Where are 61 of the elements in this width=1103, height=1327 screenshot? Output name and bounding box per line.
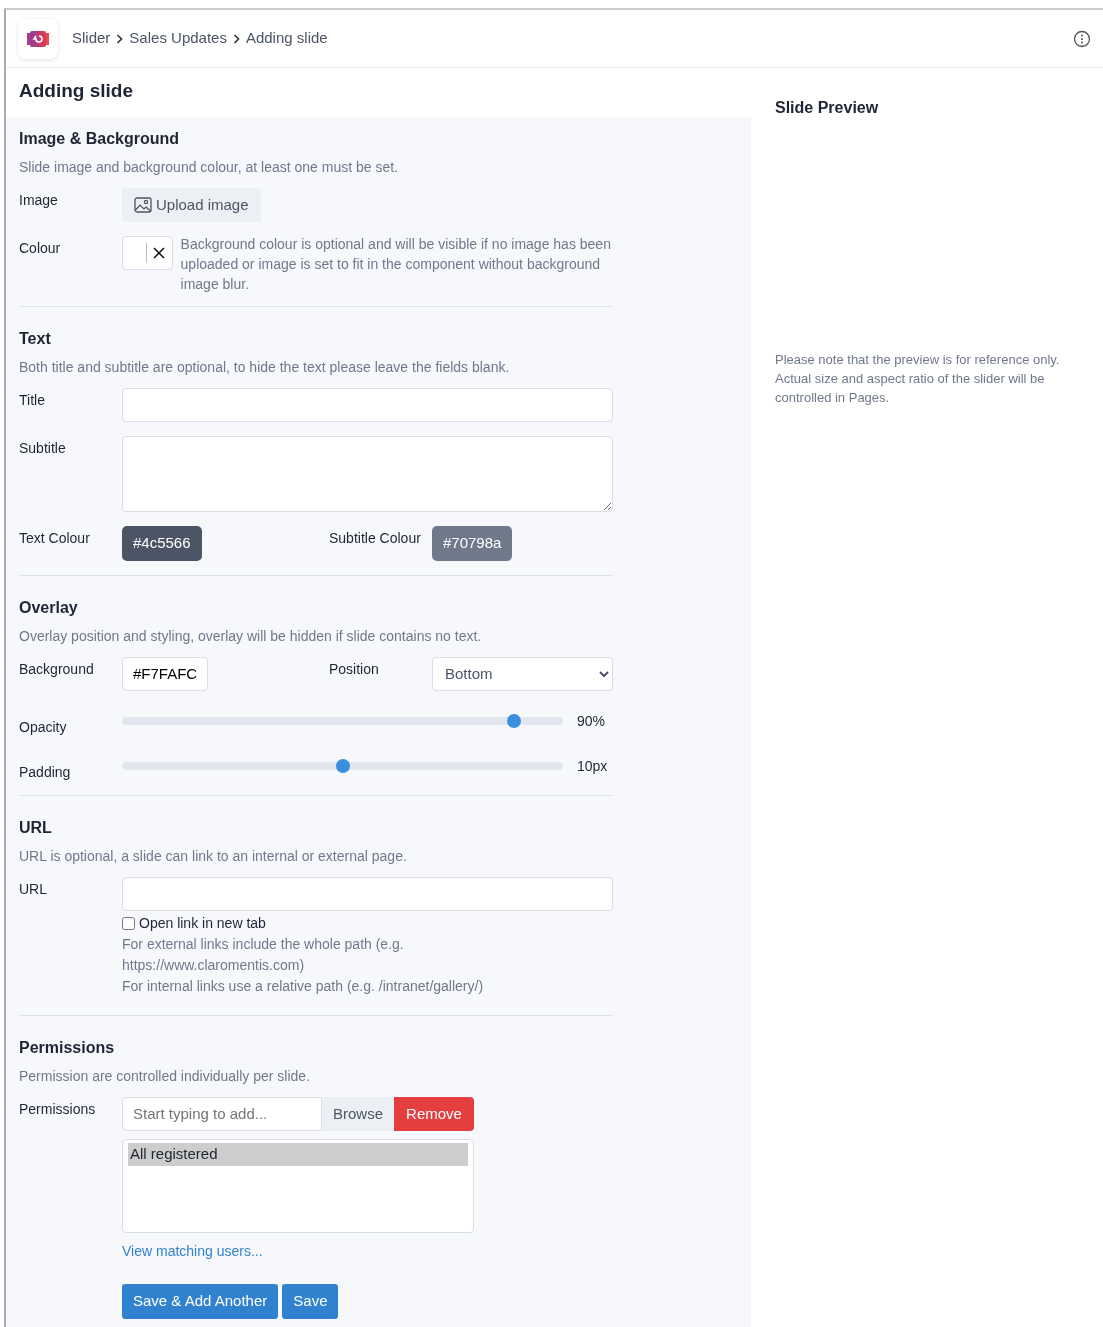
section-description: Both title and subtitle are optional, to hide the text please leave the fields blank. xyxy=(19,358,511,378)
field-label: Position xyxy=(329,659,380,679)
help-text: For external links include the whole path (e.g. https://www.claromentis.com) xyxy=(122,934,405,975)
section-heading: Image & Background xyxy=(19,128,181,149)
title-input[interactable] xyxy=(122,388,613,423)
field-label: Permissions xyxy=(19,1099,97,1119)
save-button[interactable]: Save & Add Another xyxy=(122,1284,279,1319)
section-heading: Overlay xyxy=(19,597,79,618)
help-text: For internal links use a relative path (e.g. /intranet/gallery/) xyxy=(122,976,485,996)
section-description: Permission are controlled individually per slide. xyxy=(19,1066,312,1086)
chevron-icon xyxy=(232,33,240,44)
breadcrumb-link[interactable]: Sales Updates xyxy=(129,27,227,50)
section-description: Slide image and background colour, at least one must be set. xyxy=(19,157,399,177)
section-description: Overlay position and styling, overlay will be hidden if slide contains no text. xyxy=(19,626,483,646)
browse-button[interactable]: Browse xyxy=(322,1096,395,1132)
remove-button[interactable]: Remove xyxy=(394,1096,474,1132)
app-logo-icon xyxy=(27,30,49,47)
field-label: Text Colour xyxy=(19,529,91,549)
slider-thumb[interactable] xyxy=(335,758,350,773)
breadcrumb-current: Adding slide xyxy=(245,28,328,49)
field-label: Title xyxy=(19,391,46,411)
field-label: Padding xyxy=(19,762,72,782)
checkbox-label: Open link in new tab xyxy=(139,913,266,933)
url-input[interactable] xyxy=(122,876,613,911)
field-label: Colour xyxy=(19,239,62,259)
slider-track[interactable] xyxy=(122,716,563,725)
page-title: Adding slide xyxy=(18,79,134,103)
field-label: Image xyxy=(19,190,59,210)
colour-swatch[interactable]: #70798a xyxy=(432,526,513,561)
preview-title: Slide Preview xyxy=(775,98,880,118)
permission-input[interactable]: Start typing to add... xyxy=(122,1096,322,1131)
field-label: Background xyxy=(19,659,95,679)
slider-thumb[interactable] xyxy=(507,713,522,728)
list-option[interactable]: All registered xyxy=(128,1143,468,1166)
slider-value: 90% xyxy=(576,711,607,731)
help-text: Background colour is optional and will be visible if no image has been uploaded or image is set to fit in the component without background image blur. xyxy=(180,235,612,295)
section-description: URL is optional, a slide can link to an internal or external page. xyxy=(19,846,408,866)
checkbox[interactable] xyxy=(122,916,135,930)
breadcrumb-link[interactable]: Slider xyxy=(72,27,111,50)
field-label: Subtitle Colour xyxy=(329,529,422,549)
view-users-link[interactable]: View matching users... xyxy=(122,1241,263,1263)
chevron-icon xyxy=(116,33,124,44)
image-icon xyxy=(134,197,152,214)
slider-value: 10px xyxy=(576,756,609,776)
save-button[interactable]: Save xyxy=(282,1284,339,1319)
section-heading: URL xyxy=(19,817,53,838)
colour-input[interactable]: #F7FAFC xyxy=(122,656,208,691)
colour-field[interactable] xyxy=(122,236,173,271)
field-label: Subtitle xyxy=(19,439,67,459)
field-label: URL xyxy=(19,879,48,899)
info-icon[interactable] xyxy=(1073,30,1091,49)
clear-icon[interactable] xyxy=(152,247,165,260)
slider-track[interactable] xyxy=(122,761,563,770)
field-label: Opacity xyxy=(19,717,68,737)
upload-image-button[interactable]: Upload image xyxy=(122,187,261,223)
colour-swatch[interactable]: #4c5566 xyxy=(122,526,202,561)
preview-note: Please note that the preview is for reference only. Actual size and aspect ratio of the slider will be controlled in Pages. xyxy=(775,351,1061,407)
section-heading: Permissions xyxy=(19,1037,116,1058)
permission-list[interactable]: All registered xyxy=(122,1139,474,1234)
position-select[interactable]: Bottom xyxy=(432,656,613,691)
section-heading: Text xyxy=(19,329,52,350)
